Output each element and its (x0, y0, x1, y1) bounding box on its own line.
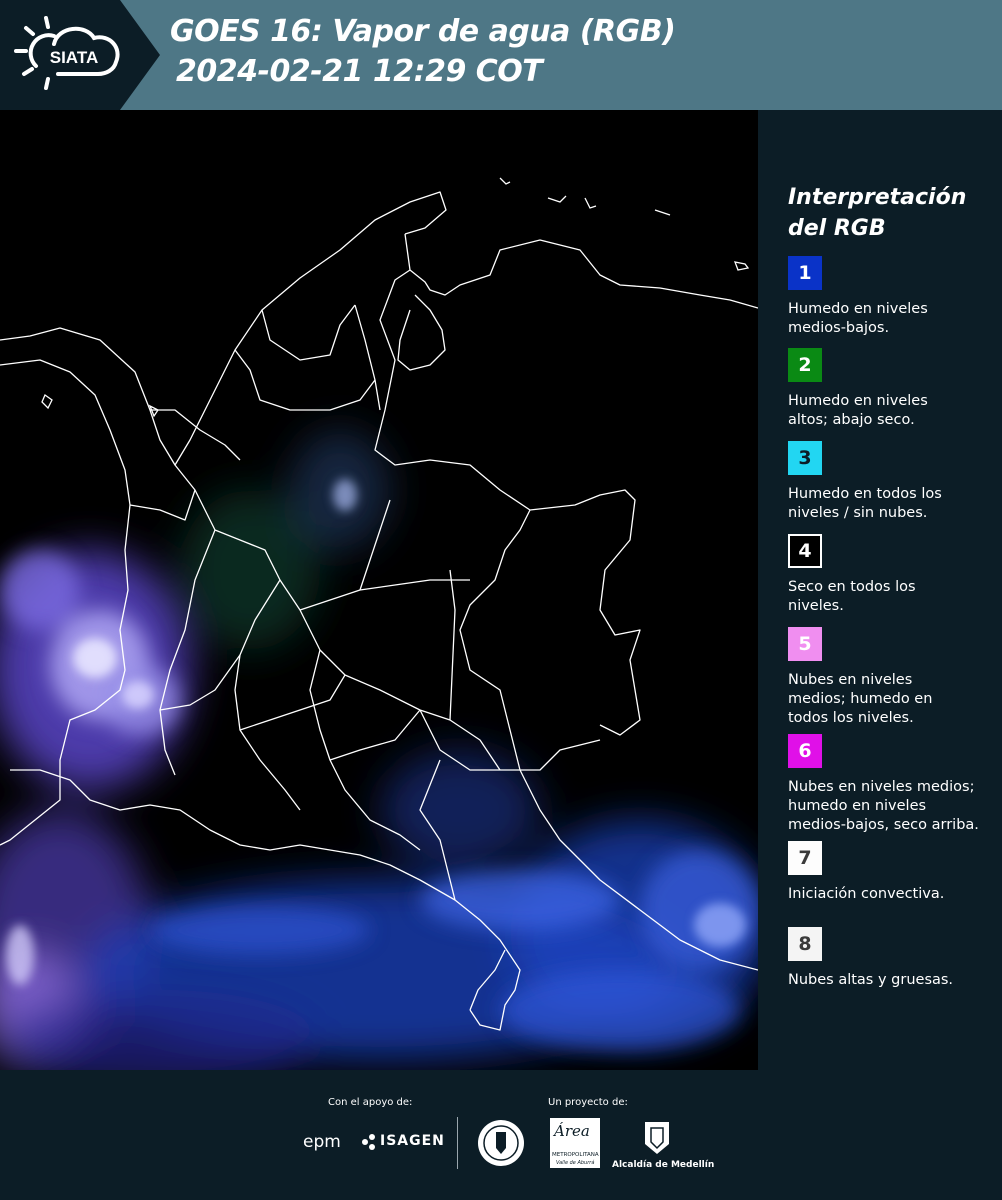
legend-swatch: 5 (788, 627, 822, 661)
legend-item: 6 Nubes en niveles medios; humedo en nivel… (788, 734, 998, 835)
medellin-shield-icon (645, 1122, 669, 1154)
footer-separator (457, 1117, 458, 1169)
legend-description: Seco en todos los niveles. (788, 579, 916, 614)
legend-item: 7 Iniciación convectiva. (788, 841, 998, 904)
alcaldia-medellin-text: Alcaldía de Medellín (612, 1160, 715, 1170)
legend-item: 2 Humedo en niveles altos; abajo seco. (788, 348, 998, 430)
siata-logo-icon: SIATA (14, 16, 120, 90)
page-timestamp: 2024-02-21 12:29 COT (176, 54, 543, 89)
legend-swatch: 7 (788, 841, 822, 875)
legend-description: Nubes altas y gruesas. (788, 972, 954, 988)
header: SIATA GOES 16: Vapor de agua (RGB) 2024-… (0, 0, 1002, 110)
legend-panel: Interpretación del RGB 1 Humedo en nivele… (760, 110, 1002, 1070)
legend-item: 5 Nubes en niveles medios; humedo en todos … (788, 627, 998, 728)
legend-description: Nubes en niveles medios; humedo en nivele… (788, 779, 979, 833)
legend-description: Humedo en niveles medios-bajos. (788, 301, 928, 336)
legend-title: Interpretación del RGB (788, 185, 967, 241)
legend-description: Humedo en todos los niveles / sin nubes. (788, 486, 942, 521)
legend-swatch: 2 (788, 348, 822, 382)
footer: Con el apoyo de: Un proyecto de: epm ISA… (0, 1070, 1002, 1200)
legend-item: 8 Nubes altas y gruesas. (788, 927, 998, 990)
logo-text: SIATA (50, 48, 98, 67)
page-title: GOES 16: Vapor de agua (RGB) (170, 14, 676, 49)
legend-swatch: 3 (788, 441, 822, 475)
seal-icon (478, 1120, 524, 1166)
area-metropolitana-logo: Área METROPOLITANA Valle de Aburrá (550, 1118, 600, 1168)
isagen-logo-icon (362, 1134, 375, 1150)
support-label: Con el apoyo de: (328, 1097, 413, 1108)
legend-description: Nubes en niveles medios; humedo en todos l… (788, 672, 933, 726)
map-canvas (0, 110, 758, 1070)
legend-swatch: 6 (788, 734, 822, 768)
satellite-map[interactable] (0, 110, 758, 1070)
sponsor-epm: epm (303, 1132, 341, 1152)
legend-item: 3 Humedo en todos los niveles / sin nubes. (788, 441, 998, 523)
legend-swatch: 8 (788, 927, 822, 961)
sponsor-isagen: ISAGEN (380, 1133, 445, 1149)
legend-description: Humedo en niveles altos; abajo seco. (788, 393, 928, 428)
legend-swatch: 1 (788, 256, 822, 290)
legend-description: Iniciación convectiva. (788, 886, 945, 902)
legend-item: 4 Seco en todos los niveles. (788, 534, 998, 616)
legend-item: 1 Humedo en niveles medios-bajos. (788, 256, 998, 338)
project-label: Un proyecto de: (548, 1097, 628, 1108)
legend-swatch: 4 (788, 534, 822, 568)
